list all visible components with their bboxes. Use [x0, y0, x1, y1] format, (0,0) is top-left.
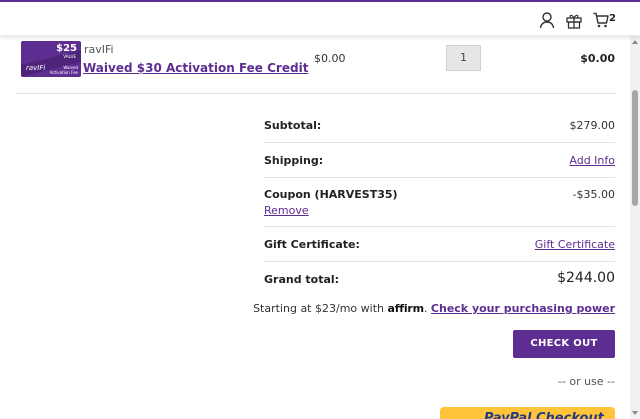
grand-total-label: Grand total:	[264, 273, 340, 286]
scroll-up-arrow-icon[interactable]	[632, 40, 638, 44]
subtotal-row: Subtotal: $279.00	[264, 108, 615, 143]
thumbnail-value-label: VALUE	[63, 54, 76, 59]
line-total: $0.00	[580, 52, 615, 65]
shipping-label: Shipping:	[264, 154, 324, 167]
coupon-label: Coupon (HARVEST35)	[264, 188, 398, 201]
coupon-remove-link[interactable]: Remove	[264, 204, 309, 217]
gift-certificate-link[interactable]: Gift Certificate	[535, 238, 615, 251]
product-thumbnail[interactable]: $25 VALUE ravIFi Waived Activation Fee	[21, 41, 81, 77]
product-title-link[interactable]: Waived $30 Activation Fee Credit	[83, 61, 308, 75]
thumbnail-value: $25	[56, 43, 77, 54]
subtotal-value: $279.00	[569, 119, 616, 132]
grand-total-value: $244.00	[557, 270, 615, 286]
quantity-field[interactable]: 1	[446, 45, 481, 71]
subtotal-label: Subtotal:	[264, 119, 322, 132]
affirm-prefix: Starting at $23/mo with	[253, 302, 388, 315]
product-brand: ravIFi	[84, 43, 114, 56]
thumbnail-caption: Waived Activation Fee	[49, 65, 78, 75]
scrollbar-thumb[interactable]	[632, 90, 638, 206]
affirm-separator: .	[423, 302, 431, 315]
gift-certificate-label: Gift Certificate:	[264, 238, 360, 251]
paypal-checkout-label: PayPal Checkout	[484, 411, 604, 419]
cart-count-badge[interactable]: 2	[609, 13, 616, 24]
account-icon[interactable]	[539, 12, 555, 29]
gift-certificate-row: Gift Certificate: Gift Certificate	[264, 227, 615, 262]
paypal-checkout-button[interactable]: PayPal Checkout	[440, 407, 615, 419]
checkout-button[interactable]: CHECK OUT	[513, 330, 615, 358]
affirm-logo: affirm	[387, 302, 424, 315]
scroll-down-arrow-icon[interactable]	[632, 411, 638, 415]
shipping-row: Shipping: Add Info	[264, 143, 615, 178]
shipping-add-info-link[interactable]: Add Info	[569, 154, 615, 167]
or-use-divider: -- or use --	[557, 375, 615, 388]
order-totals: Subtotal: $279.00 Shipping: Add Info Cou…	[264, 108, 615, 297]
top-header-bar: 2	[0, 0, 640, 36]
cart-icon[interactable]	[593, 12, 609, 28]
thumbnail-logo: ravIFi	[26, 64, 46, 72]
cart-line-item: $25 VALUE ravIFi Waived Activation Fee r…	[15, 36, 617, 94]
coupon-row: Coupon (HARVEST35) -$35.00 Remove	[264, 178, 615, 227]
page-scrollbar[interactable]	[630, 36, 640, 419]
affirm-purchasing-power-link[interactable]: Check your purchasing power	[431, 302, 615, 315]
coupon-value: -$35.00	[572, 188, 615, 201]
grand-total-row: Grand total: $244.00	[264, 262, 615, 297]
affirm-financing: Starting at $23/mo with affirm. Check yo…	[253, 302, 615, 315]
gift-icon[interactable]	[566, 12, 582, 29]
unit-price: $0.00	[314, 52, 346, 65]
